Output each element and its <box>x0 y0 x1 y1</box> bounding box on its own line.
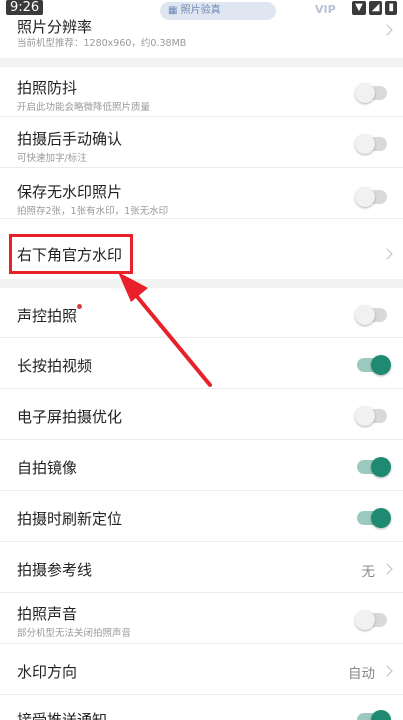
row-title: 拍照声音 <box>17 605 78 623</box>
chevron-right-icon <box>381 665 393 677</box>
status-icons: ▼ ◢ ▮ <box>352 1 397 15</box>
row-title: 自拍镜像 <box>17 459 78 477</box>
row-title: 拍照防抖 <box>17 79 78 97</box>
screen-optimize-toggle[interactable] <box>355 406 387 426</box>
row-title: 电子屏拍摄优化 <box>17 408 123 426</box>
row-screen-optimize[interactable]: 电子屏拍摄优化 <box>0 390 403 440</box>
row-title: 拍摄时刷新定位 <box>17 510 123 528</box>
manual-confirm-toggle[interactable] <box>355 134 387 154</box>
selfie-mirror-toggle[interactable] <box>357 457 391 477</box>
row-title: 长按拍视频 <box>17 357 93 375</box>
row-save-no-watermark[interactable]: 保存无水印照片 拍照存2张，1张有水印，1张无水印 <box>0 169 403 219</box>
chevron-right-icon <box>381 248 393 260</box>
row-title: 水印方向 <box>17 663 78 681</box>
new-badge-dot <box>77 304 82 309</box>
row-guide-lines[interactable]: 拍摄参考线 无 <box>0 543 403 593</box>
battery-icon: ▮ <box>385 1 397 15</box>
signal-icon: ◢ <box>368 1 383 15</box>
row-value: 无 <box>361 564 376 580</box>
row-stabilize[interactable]: 拍照防抖 开启此功能会略微降低照片质量 <box>0 67 403 117</box>
row-subtitle: 开启此功能会略微降低照片质量 <box>17 102 151 113</box>
highlight-box <box>9 234 133 274</box>
row-title: 拍摄后手动确认 <box>17 130 123 148</box>
row-subtitle: 拍照存2张，1张有水印，1张无水印 <box>17 206 169 217</box>
row-voice-capture[interactable]: 声控拍照 <box>0 288 403 338</box>
row-subtitle: 部分机型无法关闭拍照声音 <box>17 628 132 639</box>
voice-capture-toggle[interactable] <box>355 305 387 325</box>
chevron-right-icon <box>381 563 393 575</box>
row-subtitle: 可快速加字/标注 <box>17 153 87 164</box>
row-push-notify[interactable]: 接受推送通知 <box>0 696 403 720</box>
row-watermark-direction[interactable]: 水印方向 自动 <box>0 645 403 695</box>
row-manual-confirm[interactable]: 拍摄后手动确认 可快速加字/标注 <box>0 118 403 168</box>
row-title: 声控拍照 <box>17 307 78 325</box>
row-long-press-video[interactable]: 长按拍视频 <box>0 339 403 389</box>
status-time: 9:26 <box>6 0 44 15</box>
vip-label: VIP <box>315 3 336 16</box>
row-title: 拍摄参考线 <box>17 561 93 579</box>
wifi-icon: ▼ <box>352 1 366 15</box>
chevron-right-icon <box>381 24 393 36</box>
shutter-sound-toggle[interactable] <box>355 610 387 630</box>
row-title: 保存无水印照片 <box>17 183 123 201</box>
row-title: 接受推送通知 <box>17 711 108 720</box>
refresh-location-toggle[interactable] <box>357 508 391 528</box>
long-press-video-toggle[interactable] <box>357 355 391 375</box>
row-shutter-sound[interactable]: 拍照声音 部分机型无法关闭拍照声音 <box>0 594 403 644</box>
push-notify-toggle[interactable] <box>357 710 391 720</box>
stabilize-toggle[interactable] <box>355 83 387 103</box>
status-bar: 9:26 ▦ 照片验真 VIP ▼ ◢ ▮ <box>0 0 403 20</box>
settings-group-general: 声控拍照 长按拍视频 电子屏拍摄优化 自拍镜像 拍摄时刷新定位 拍摄参考线 无 … <box>0 288 403 720</box>
photo-verify-label: 照片验真 <box>180 5 221 16</box>
row-refresh-location[interactable]: 拍摄时刷新定位 <box>0 492 403 542</box>
shield-icon: ▦ <box>168 5 181 16</box>
row-subtitle: 当前机型推荐：1280x960，约0.38MB <box>17 38 187 49</box>
row-value: 自动 <box>348 666 375 682</box>
photo-verify-pill[interactable]: ▦ 照片验真 <box>160 2 276 20</box>
save-no-watermark-toggle[interactable] <box>355 187 387 207</box>
row-selfie-mirror[interactable]: 自拍镜像 <box>0 441 403 491</box>
